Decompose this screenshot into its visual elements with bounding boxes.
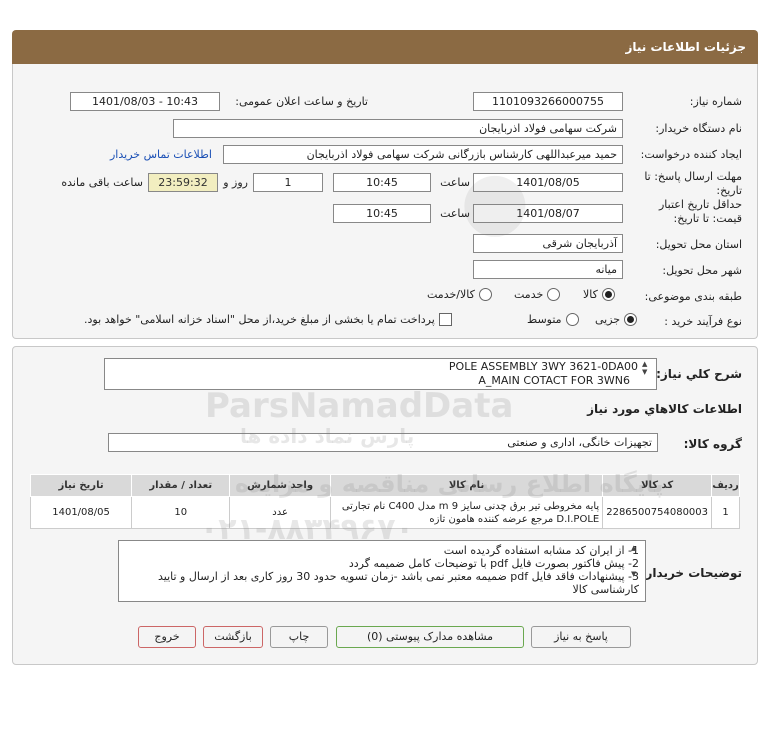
process-option-medium[interactable]: متوسط [527,313,579,326]
buyer-note-2: 2- پیش فاکتور بصورت فایل pdf با توضیحات … [348,557,639,570]
col-code: کد کالا [602,474,713,497]
goods-info-title: اطلاعات کالاهاي مورد نياز [587,402,742,416]
buyer-org-label: نام دستگاه خریدار: [655,122,742,135]
reply-button[interactable]: پاسخ به نیاز [531,626,631,648]
category-label: طبقه بندی موضوعی: [644,290,742,303]
days-field: 1 [253,173,323,192]
deadline-time-field: 10:45 [333,173,431,192]
days-label: روز و [223,176,248,189]
buyer-notes-box: 1- از ایران کد مشابه استفاده گردیده است … [118,540,646,602]
category-option-service[interactable]: خدمت [514,288,561,301]
col-qty: تعداد / مقدار [131,474,231,497]
notes-scroll-down-icon[interactable]: ▼ [631,570,636,578]
summary-box: POLE ASSEMBLY 3WY 3621-0DA00 A_MAIN COTA… [104,358,657,390]
page-header: جزئیات اطلاعات نیاز [12,30,758,64]
view-attachments-button[interactable]: مشاهده مدارک پیوستی (0) [336,626,524,648]
exit-button[interactable]: خروج [138,626,196,648]
summary-scroll-icon[interactable]: ▲ ▼ [642,360,647,376]
goods-table: ردیف کد کالا نام کالا واحد شمارش تعداد /… [29,474,740,529]
process-label: نوع فرآیند خرید : [664,315,742,328]
goods-group-field: تجهیزات خانگی، اداری و صنعتی [108,433,658,452]
announce-label: تاریخ و ساعت اعلان عمومی: [235,95,368,108]
cell-unit: عدد [229,496,331,529]
back-button[interactable]: بازگشت [203,626,263,648]
cell-name: پایه مخروطی تیر برق چدنی سایز 9 m مدل C4… [329,496,604,529]
col-row: ردیف [711,474,740,497]
validity-time-label: ساعت [440,207,470,220]
deadline-time-label: ساعت [440,176,470,189]
notes-scroll-up-icon[interactable]: ▲ [631,544,636,552]
buyer-org-field: شرکت سهامی فولاد اذربایجان [173,119,623,138]
table-row[interactable]: 1 2286500754080003 پایه مخروطی تیر برق چ… [29,496,740,529]
announce-field: 1401/08/03 - 10:43 [70,92,220,111]
radio-icon[interactable] [624,313,638,326]
print-button[interactable]: چاپ [270,626,328,648]
city-field: میانه [473,260,623,279]
need-number-label: شماره نیاز: [689,95,742,108]
goods-group-label: گروه کالا: [683,437,742,451]
buyer-notes-label: توضیحات خریدار: [640,566,742,580]
cell-qty: 10 [131,496,231,529]
category-option-goods[interactable]: کالا [583,288,615,301]
col-date: تاریخ نیاز [29,474,133,497]
col-name: نام کالا [329,474,604,497]
summary-line-2: A_MAIN COTACT FOR 3WN6 [478,374,630,387]
province-label: استان محل تحویل: [655,238,742,251]
validity-date-field: 1401/08/07 [473,204,623,223]
page-title: جزئیات اطلاعات نیاز [625,40,746,54]
summary-line-1: POLE ASSEMBLY 3WY 3621-0DA00 [448,360,638,373]
deadline-label: مهلت ارسال پاسخ: تا تاریخ: [644,170,742,197]
province-field: آذربایجان شرقی [473,234,623,253]
table-header-row: ردیف کد کالا نام کالا واحد شمارش تعداد /… [29,474,740,497]
remaining-label: ساعت باقی مانده [61,176,143,189]
requester-label: ایجاد کننده درخواست: [640,148,742,161]
cell-row: 1 [711,496,740,529]
payment-treasury-option[interactable]: پرداخت تمام یا بخشی از مبلغ خرید،از محل … [84,313,452,326]
remaining-time-field: 23:59:32 [148,173,218,192]
city-label: شهر محل تحویل: [662,264,742,277]
requester-field: حمید میرعبداللهی کارشناس بازرگانی شرکت س… [223,145,623,164]
category-option-goods-service[interactable]: کالا/خدمت [427,288,492,301]
summary-label: شرح کلي نياز: [656,367,742,381]
radio-icon[interactable] [478,288,492,301]
cell-code: 2286500754080003 [602,496,713,529]
validity-time-field: 10:45 [333,204,431,223]
checkbox-icon[interactable] [438,313,452,326]
validity-label: حداقل تاریخ اعتبار قیمت: تا تاریخ: [658,198,742,225]
buyer-note-1: 1- از ایران کد مشابه استفاده گردیده است [443,544,639,557]
deadline-date-field: 1401/08/05 [473,173,623,192]
cell-date: 1401/08/05 [29,496,133,529]
buyer-contact-link[interactable]: اطلاعات تماس خریدار [110,148,212,161]
radio-icon[interactable] [565,313,579,326]
process-option-minor[interactable]: جزیی [595,313,638,326]
need-number-field: 1101093266000755 [473,92,623,111]
radio-icon[interactable] [547,288,561,301]
radio-icon[interactable] [601,288,615,301]
buyer-note-3: 3- پیشنهادات فاقد فایل pdf ضمیمه معتبر ن… [157,570,639,596]
col-unit: واحد شمارش [229,474,331,497]
